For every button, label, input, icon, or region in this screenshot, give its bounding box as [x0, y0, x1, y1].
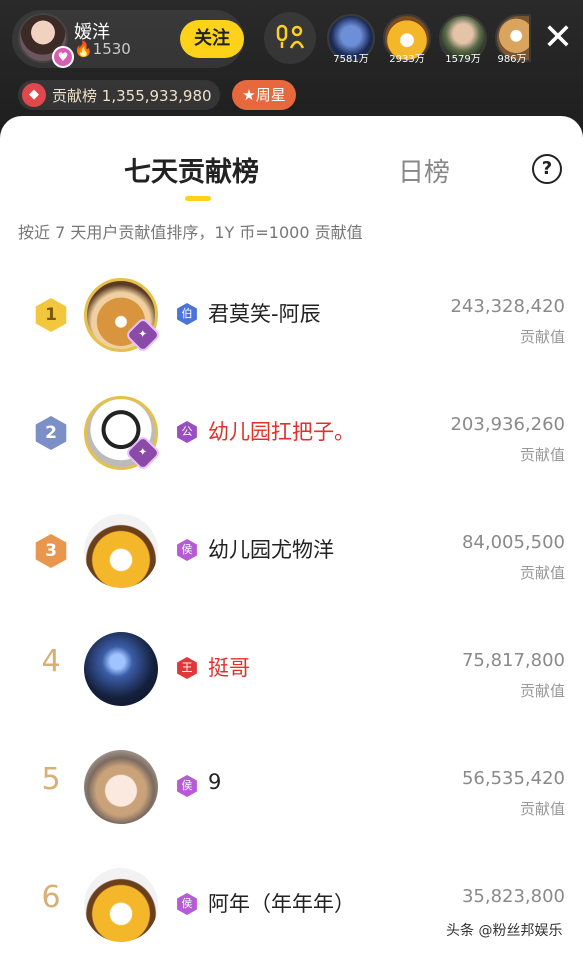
gem-icon: ◆ — [22, 83, 46, 107]
contribution-score: 75,817,800 — [461, 650, 565, 671]
contribution-score: 84,005,500 — [461, 532, 565, 553]
close-icon[interactable]: ✕ — [538, 18, 578, 58]
ranking-row[interactable]: 5 侯 9 56,535,420 贡献值 — [0, 738, 583, 856]
score-label: 贡献值 — [519, 328, 565, 346]
user-name: 幼儿园扛把子。 — [208, 420, 355, 444]
heart-badge-icon: ♥ — [52, 46, 74, 68]
avatar[interactable] — [84, 632, 158, 706]
help-icon[interactable]: ? — [532, 154, 562, 184]
rank-badge: 2 — [35, 416, 67, 450]
user-name: 9 — [208, 770, 222, 794]
level-badge: 侯 — [177, 893, 197, 915]
avatar[interactable] — [84, 750, 158, 824]
avatar[interactable] — [84, 868, 158, 942]
contribution-score: 203,936,260 — [450, 414, 565, 435]
contribution-rank-entry[interactable]: ◆ 贡献榜 1,355,933,980 — [18, 80, 220, 110]
follow-button[interactable]: 关注 — [180, 20, 244, 58]
contribution-score: 56,535,420 — [461, 768, 565, 789]
contribution-summary: 贡献榜 1,355,933,980 — [52, 85, 212, 106]
ranking-row[interactable]: 4 王 挺哥 75,817,800 贡献值 — [0, 620, 583, 738]
contribution-value: 1,355,933,980 — [101, 87, 212, 105]
ranking-row[interactable]: 2 ✦ 公 幼儿园扛把子。 203,936,260 贡献值 — [0, 384, 583, 502]
score-label: 贡献值 — [519, 800, 565, 818]
ranking-row[interactable]: 3 侯 幼儿园尤物洋 84,005,500 贡献值 — [0, 502, 583, 620]
rank-badge: 1 — [35, 298, 67, 332]
rank-number: 6 — [41, 880, 61, 915]
ranking-description: 按近 7 天用户贡献值排序，1Y 币=1000 贡献值 — [18, 223, 363, 242]
ranking-row[interactable]: 1 ✦ 伯 君莫笑-阿辰 243,328,420 贡献值 — [0, 266, 583, 384]
anchor-fans-count: 🔥1530 — [74, 40, 131, 58]
rank-badge: 3 — [35, 534, 67, 568]
level-badge: 王 — [177, 657, 197, 679]
score-label: 贡献值 — [519, 446, 565, 464]
user-name: 君莫笑-阿辰 — [208, 302, 321, 326]
user-name: 挺哥 — [208, 656, 250, 680]
weekly-star-label: 周星 — [255, 86, 286, 104]
level-badge: 侯 — [177, 539, 197, 561]
score-label: 贡献值 — [519, 682, 565, 700]
active-tab-indicator — [185, 196, 211, 201]
watermark: 头条 @粉丝邦娱乐 — [446, 923, 563, 939]
score-label: 贡献值 — [519, 564, 565, 582]
user-name: 幼儿园尤物洋 — [208, 538, 334, 562]
level-badge: 公 — [177, 421, 197, 443]
user-name: 阿年（年年年） — [208, 892, 355, 916]
live-room-header: ♥ 嫒洋 🔥1530 关注 7581万 2933万 1579万 986万 ✕ ◆… — [0, 0, 583, 125]
viewer-count: 7581万 — [333, 54, 369, 65]
viewer-count: 1579万 — [445, 54, 481, 65]
tab-daily[interactable]: 日榜 — [398, 152, 450, 189]
contribution-score: 35,823,800 — [461, 886, 565, 907]
level-badge: 伯 — [177, 303, 197, 325]
viewer-count: 2933万 — [389, 54, 425, 65]
rank-number: 5 — [41, 762, 61, 797]
anchor-info[interactable]: ♥ 嫒洋 🔥1530 关注 — [12, 10, 244, 68]
level-badge: 侯 — [177, 775, 197, 797]
avatar[interactable] — [84, 514, 158, 588]
tab-weekly[interactable]: 七天贡献榜 — [124, 150, 259, 189]
rank-number: 4 — [41, 644, 61, 679]
weekly-star-button[interactable]: ★周星 — [232, 80, 296, 110]
star-icon: ★ — [242, 86, 256, 104]
contribution-panel: 七天贡献榜 日榜 ? 按近 7 天用户贡献值排序，1Y 币=1000 贡献值 1… — [0, 116, 583, 954]
viewer-count: 986万 — [497, 54, 527, 65]
contribution-label: 贡献榜 — [52, 87, 98, 105]
contribution-score: 243,328,420 — [450, 296, 565, 317]
mic-link-icon[interactable] — [264, 12, 316, 64]
